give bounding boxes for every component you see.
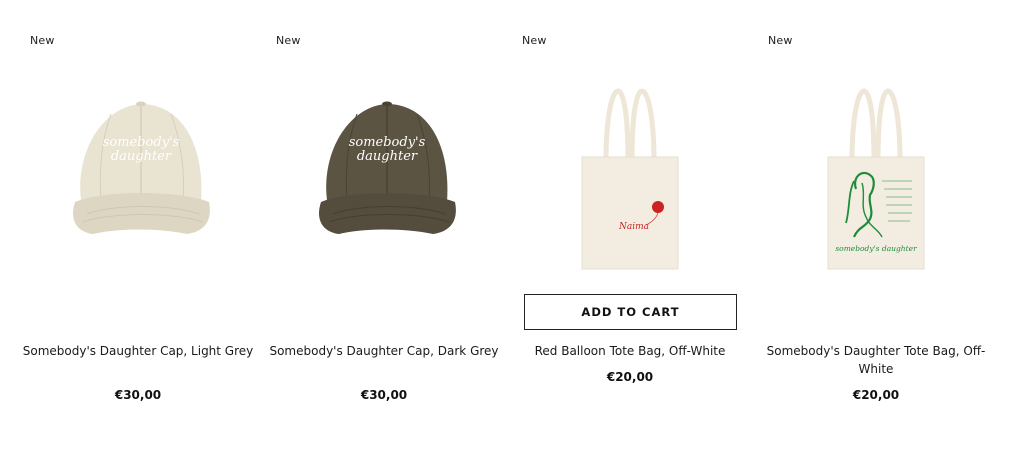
- red-balloon-tote-image: Naima: [581, 88, 679, 270]
- svg-text:Naima: Naima: [618, 222, 649, 232]
- light-cap-image: somebody's daughter: [73, 101, 210, 234]
- product-title[interactable]: Red Balloon Tote Bag, Off-White: [510, 342, 750, 360]
- product-title[interactable]: Somebody's Daughter Cap, Light Grey: [18, 342, 258, 360]
- product-price: €30,00: [360, 388, 408, 402]
- add-to-cart-button[interactable]: ADD TO CART: [524, 294, 737, 330]
- product-title[interactable]: Somebody's Daughter Cap, Dark Grey: [264, 342, 504, 360]
- product-card: New somebody's daughter Somebody's Daugh…: [0, 0, 254, 458]
- product-title[interactable]: Somebody's Daughter Tote Bag, Off-White: [756, 342, 996, 378]
- svg-text:somebody's: somebody's: [349, 135, 426, 150]
- daughter-tote-image: somebody's daughter: [827, 88, 925, 270]
- svg-text:daughter: daughter: [357, 149, 418, 164]
- svg-text:daughter: daughter: [111, 149, 172, 164]
- product-image-link[interactable]: somebody's daughter: [770, 72, 982, 292]
- new-badge: New: [522, 34, 547, 47]
- product-image-link[interactable]: somebody's daughter: [32, 72, 244, 292]
- new-badge: New: [276, 34, 301, 47]
- product-card: New somebody's daughter Somebody's Daugh…: [246, 0, 498, 458]
- product-price: €20,00: [852, 388, 900, 402]
- dark-cap-image: somebody's daughter: [319, 101, 456, 234]
- svg-text:somebody's: somebody's: [103, 135, 180, 150]
- product-card: New somebody's daughter Somebody's Daugh…: [738, 0, 986, 458]
- product-image-link[interactable]: somebody's daughter: [278, 72, 490, 292]
- new-badge: New: [30, 34, 55, 47]
- new-badge: New: [768, 34, 793, 47]
- product-card: New Naima ADD TO CART Red Balloon Tote B…: [492, 0, 738, 458]
- svg-text:somebody's daughter: somebody's daughter: [835, 244, 917, 253]
- product-image-link[interactable]: Naima: [524, 72, 736, 292]
- product-grid: New somebody's daughter Somebody's Daugh…: [0, 0, 1023, 458]
- product-price: €20,00: [606, 370, 654, 384]
- product-price: €30,00: [114, 388, 162, 402]
